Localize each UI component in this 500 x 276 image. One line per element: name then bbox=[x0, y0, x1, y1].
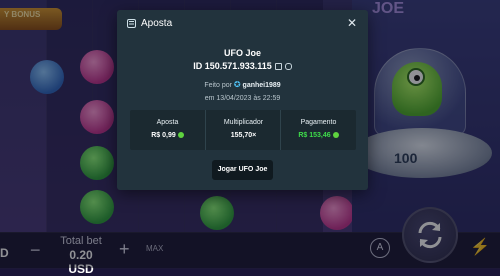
bet-date: em 13/04/2023 às 22:59 bbox=[204, 95, 281, 102]
close-icon[interactable]: ✕ bbox=[347, 16, 357, 30]
bet-stats: Aposta R$ 0,99 Multiplicador 155,70× Pag… bbox=[130, 110, 356, 150]
modal-header: Aposta ✕ bbox=[117, 10, 368, 37]
link-icon[interactable] bbox=[284, 63, 292, 70]
played-by-prefix: Feito por bbox=[204, 82, 232, 89]
stat-payout-value-row: R$ 153,46 bbox=[281, 132, 356, 139]
receipt-icon bbox=[127, 19, 136, 28]
played-by-line: Feito por ✪ ganhei1989 bbox=[117, 80, 368, 89]
coin-icon bbox=[332, 132, 339, 138]
stat-bet-label: Aposta bbox=[156, 119, 179, 126]
bet-id-row: ID 150.571.933.115 bbox=[117, 61, 368, 71]
stat-multiplier-value: 155,70× bbox=[230, 132, 257, 139]
copy-icon[interactable] bbox=[274, 63, 282, 70]
stat-payout-value: R$ 153,46 bbox=[298, 132, 331, 139]
bet-id: ID 150.571.933.115 bbox=[193, 61, 272, 71]
stat-payout: Pagamento R$ 153,46 bbox=[280, 110, 357, 150]
play-game-button[interactable]: Jogar UFO Joe bbox=[212, 160, 273, 180]
stat-bet-value-row: R$ 0,99 bbox=[130, 132, 205, 139]
player-name[interactable]: ganhei1989 bbox=[243, 82, 281, 89]
coin-icon bbox=[177, 132, 184, 138]
stat-multiplier-label: Multiplicador bbox=[223, 119, 264, 126]
stat-multiplier: Multiplicador 155,70× bbox=[205, 110, 281, 150]
star-icon: ✪ bbox=[233, 80, 241, 89]
game-name: UFO Joe bbox=[223, 48, 261, 58]
stat-bet-value: R$ 0,99 bbox=[151, 132, 176, 139]
modal-title: Aposta bbox=[141, 18, 173, 29]
stat-bet: Aposta R$ 0,99 bbox=[130, 110, 205, 150]
bet-details-modal: Aposta ✕ UFO Joe ID 150.571.933.115 Feit… bbox=[117, 10, 368, 190]
stat-payout-label: Pagamento bbox=[300, 119, 337, 126]
